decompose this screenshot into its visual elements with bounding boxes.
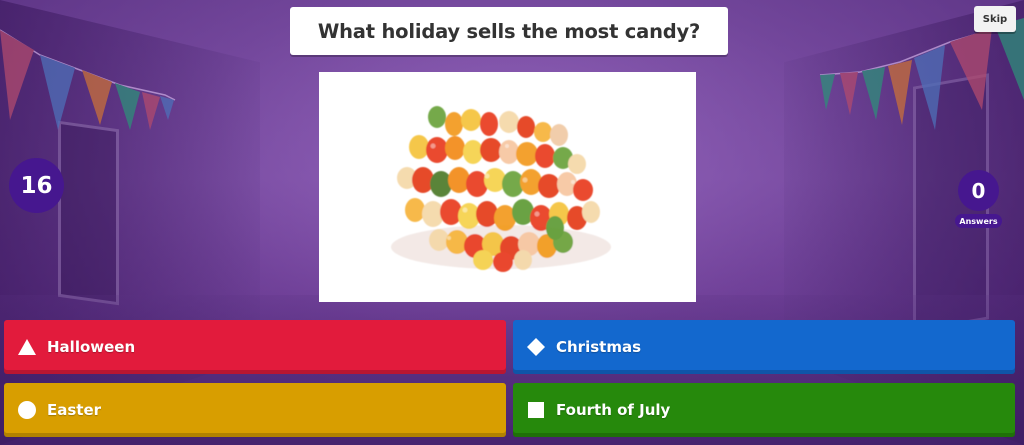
answers-count-value: 0 bbox=[971, 178, 986, 203]
answer-option-label: Halloween bbox=[47, 338, 136, 356]
answer-option-1[interactable]: Halloween bbox=[4, 320, 506, 374]
answer-option-2[interactable]: Christmas bbox=[513, 320, 1015, 374]
answer-option-4[interactable]: Fourth of July bbox=[513, 383, 1015, 437]
answers-count-badge: 0 bbox=[958, 170, 999, 211]
countdown-timer: 16 bbox=[9, 158, 64, 213]
question-image bbox=[319, 72, 696, 302]
skip-button[interactable]: Skip bbox=[974, 6, 1016, 32]
question-text: What holiday sells the most candy? bbox=[317, 19, 701, 43]
gummy-bears-illustration bbox=[391, 106, 611, 272]
triangle-icon bbox=[17, 337, 37, 357]
answer-option-3[interactable]: Easter bbox=[4, 383, 506, 437]
circle-icon bbox=[17, 400, 37, 420]
timer-value: 16 bbox=[20, 172, 53, 199]
answer-option-label: Christmas bbox=[556, 338, 642, 356]
diamond-icon bbox=[526, 337, 546, 357]
answer-option-label: Easter bbox=[47, 401, 102, 419]
square-icon bbox=[526, 400, 546, 420]
answer-option-label: Fourth of July bbox=[556, 401, 671, 419]
answers-label: Answers bbox=[955, 214, 1002, 228]
question-box: What holiday sells the most candy? bbox=[290, 7, 728, 55]
